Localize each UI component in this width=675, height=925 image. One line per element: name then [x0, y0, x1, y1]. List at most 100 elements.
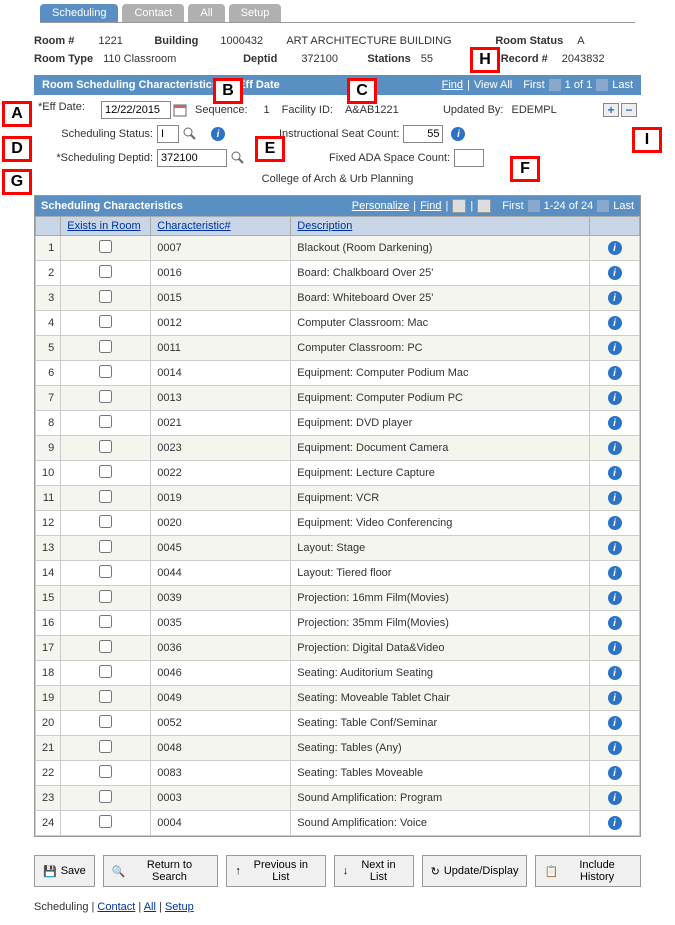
- prev-icon[interactable]: [549, 79, 561, 91]
- description-cell: Layout: Stage: [291, 536, 590, 561]
- col-char[interactable]: Characteristic#: [157, 220, 230, 232]
- view-all-link[interactable]: View All: [474, 79, 512, 91]
- seat-count-input[interactable]: [403, 125, 443, 143]
- eff-date-input[interactable]: [101, 101, 171, 119]
- exists-checkbox[interactable]: [99, 740, 112, 753]
- info-icon[interactable]: i: [608, 541, 622, 555]
- grid-find-link[interactable]: Find: [420, 200, 441, 212]
- ada-input[interactable]: [454, 149, 484, 167]
- exists-checkbox[interactable]: [99, 315, 112, 328]
- update-button[interactable]: ↻Update/Display: [422, 855, 528, 887]
- delete-row-button[interactable]: −: [621, 103, 637, 117]
- exists-checkbox[interactable]: [99, 465, 112, 478]
- bottom-setup-link[interactable]: Setup: [165, 901, 194, 913]
- zoom-icon[interactable]: [452, 199, 466, 213]
- info-icon[interactable]: i: [608, 666, 622, 680]
- info-icon[interactable]: i: [608, 341, 622, 355]
- exists-checkbox[interactable]: [99, 540, 112, 553]
- exists-checkbox[interactable]: [99, 265, 112, 278]
- calendar-icon[interactable]: [173, 103, 187, 117]
- description-cell: Computer Classroom: PC: [291, 336, 590, 361]
- exists-checkbox[interactable]: [99, 515, 112, 528]
- grid-prev-icon[interactable]: [528, 200, 540, 212]
- exists-checkbox[interactable]: [99, 365, 112, 378]
- grid-first-link[interactable]: First: [502, 200, 523, 212]
- history-button[interactable]: 📋Include History: [535, 855, 641, 887]
- exists-checkbox[interactable]: [99, 790, 112, 803]
- info-icon[interactable]: i: [608, 591, 622, 605]
- grid-last-link[interactable]: Last: [613, 200, 634, 212]
- exists-checkbox[interactable]: [99, 765, 112, 778]
- table-row: 210048Seating: Tables (Any)i: [36, 736, 640, 761]
- info-icon[interactable]: i: [608, 291, 622, 305]
- info-icon[interactable]: i: [608, 241, 622, 255]
- info-icon[interactable]: i: [608, 691, 622, 705]
- next-icon[interactable]: [596, 79, 608, 91]
- col-exists[interactable]: Exists in Room: [67, 220, 140, 232]
- info-icon[interactable]: i: [608, 466, 622, 480]
- exists-checkbox[interactable]: [99, 290, 112, 303]
- info-icon[interactable]: i: [608, 566, 622, 580]
- first-link[interactable]: First: [523, 79, 544, 91]
- info-icon[interactable]: i: [608, 416, 622, 430]
- table-row: 60014Equipment: Computer Podium Maci: [36, 361, 640, 386]
- exists-checkbox[interactable]: [99, 665, 112, 678]
- info-icon[interactable]: i: [608, 766, 622, 780]
- lookup-icon[interactable]: [231, 151, 245, 165]
- info-icon[interactable]: i: [608, 791, 622, 805]
- tab-scheduling[interactable]: Scheduling: [40, 4, 118, 22]
- room-num-label: Room #: [34, 35, 74, 47]
- info-icon[interactable]: i: [608, 741, 622, 755]
- info-icon[interactable]: i: [608, 366, 622, 380]
- table-row: 90023Equipment: Document Camerai: [36, 436, 640, 461]
- deptid-label: Deptid: [243, 53, 277, 65]
- info-icon[interactable]: i: [608, 716, 622, 730]
- info-icon[interactable]: i: [608, 641, 622, 655]
- sched-status-input[interactable]: [157, 125, 179, 143]
- lookup-icon[interactable]: [183, 127, 197, 141]
- exists-checkbox[interactable]: [99, 565, 112, 578]
- info-icon[interactable]: i: [608, 316, 622, 330]
- add-row-button[interactable]: +: [603, 103, 619, 117]
- info-icon[interactable]: i: [608, 491, 622, 505]
- sched-deptid-input[interactable]: [157, 149, 227, 167]
- tab-all[interactable]: All: [188, 4, 224, 22]
- personalize-link[interactable]: Personalize: [352, 200, 409, 212]
- bottom-all-link[interactable]: All: [144, 901, 156, 913]
- save-button[interactable]: 💾Save: [34, 855, 95, 887]
- previous-button[interactable]: ↑Previous in List: [226, 855, 325, 887]
- exists-checkbox[interactable]: [99, 240, 112, 253]
- exists-checkbox[interactable]: [99, 340, 112, 353]
- exists-checkbox[interactable]: [99, 715, 112, 728]
- info-icon[interactable]: i: [608, 516, 622, 530]
- exists-checkbox[interactable]: [99, 615, 112, 628]
- exists-checkbox[interactable]: [99, 690, 112, 703]
- find-link[interactable]: Find: [442, 79, 463, 91]
- exists-checkbox[interactable]: [99, 490, 112, 503]
- exists-checkbox[interactable]: [99, 815, 112, 828]
- info-icon[interactable]: i: [608, 616, 622, 630]
- grid-next-icon[interactable]: [597, 200, 609, 212]
- col-desc[interactable]: Description: [297, 220, 352, 232]
- exists-checkbox[interactable]: [99, 590, 112, 603]
- last-link[interactable]: Last: [612, 79, 633, 91]
- next-button[interactable]: ↓Next in List: [334, 855, 414, 887]
- tab-setup[interactable]: Setup: [229, 4, 282, 22]
- exists-checkbox[interactable]: [99, 390, 112, 403]
- bottom-contact-link[interactable]: Contact: [97, 901, 135, 913]
- tab-contact[interactable]: Contact: [122, 4, 184, 22]
- exists-checkbox[interactable]: [99, 640, 112, 653]
- info-icon[interactable]: i: [608, 441, 622, 455]
- exists-checkbox[interactable]: [99, 415, 112, 428]
- table-row: 20016Board: Chalkboard Over 25'i: [36, 261, 640, 286]
- return-button[interactable]: 🔍Return to Search: [103, 855, 219, 887]
- info-icon[interactable]: i: [608, 816, 622, 830]
- download-icon[interactable]: [477, 199, 491, 213]
- table-row: 190049Seating: Moveable Tablet Chairi: [36, 686, 640, 711]
- info-icon[interactable]: i: [451, 127, 465, 141]
- exists-checkbox[interactable]: [99, 440, 112, 453]
- info-icon[interactable]: i: [211, 127, 225, 141]
- info-icon[interactable]: i: [608, 391, 622, 405]
- table-row: 10007Blackout (Room Darkening)i: [36, 236, 640, 261]
- info-icon[interactable]: i: [608, 266, 622, 280]
